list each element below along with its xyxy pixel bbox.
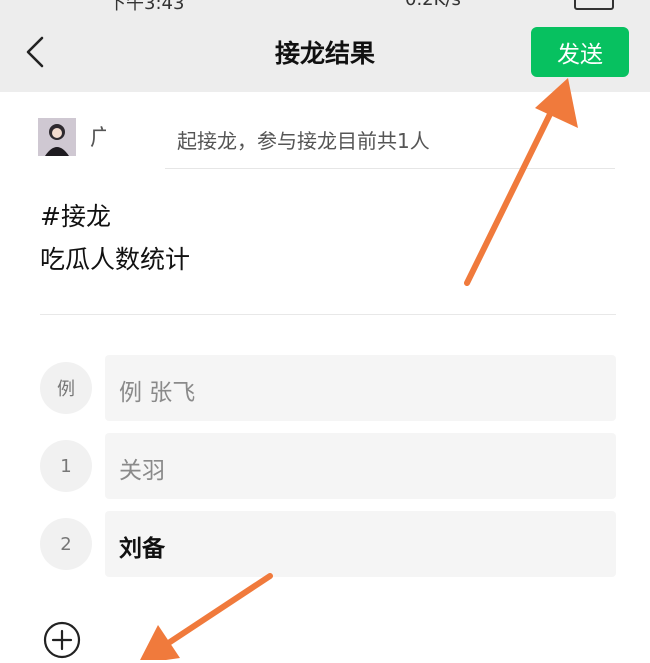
entry-row-example: 例 例 张飞 [40, 355, 616, 421]
topic-tag: #接龙 [40, 202, 111, 231]
plus-circle-icon [43, 621, 81, 659]
entry-index: 1 [40, 440, 92, 492]
divider [40, 314, 616, 315]
status-bar: 下午3:43 0.2K/s [0, 0, 650, 12]
add-entry-button[interactable] [43, 621, 81, 659]
topic-block: #接龙 吃瓜人数统计 [40, 199, 190, 278]
participation-summary: 起接龙，参与接龙目前共1人 [177, 129, 430, 153]
creator-row: 广 起接龙，参与接龙目前共1人 [0, 92, 650, 172]
nav-bar: 接龙结果 发送 [0, 12, 650, 92]
creator-name: 广 [90, 126, 106, 151]
entry-input-example[interactable]: 例 张飞 [105, 355, 616, 421]
divider [165, 168, 615, 169]
entry-input-2[interactable]: 刘备 [105, 511, 616, 577]
entry-placeholder: 关羽 [119, 458, 165, 484]
orange-arrow-icon [140, 573, 273, 660]
battery-icon [574, 0, 614, 10]
entry-value: 刘备 [119, 536, 165, 562]
topic-description: 吃瓜人数统计 [40, 245, 191, 274]
network-speed: 0.2K/s [405, 0, 461, 10]
avatar-image [38, 118, 76, 156]
entry-index: 例 [40, 362, 92, 414]
status-time: 下午3:43 [108, 0, 185, 12]
entry-row-2: 2 刘备 [40, 511, 616, 577]
avatar[interactable] [38, 118, 76, 156]
entry-placeholder: 例 张飞 [119, 380, 196, 406]
entry-input-1[interactable]: 关羽 [105, 433, 616, 499]
send-button[interactable]: 发送 [531, 27, 629, 77]
entry-row-1: 1 关羽 [40, 433, 616, 499]
entry-index: 2 [40, 518, 92, 570]
